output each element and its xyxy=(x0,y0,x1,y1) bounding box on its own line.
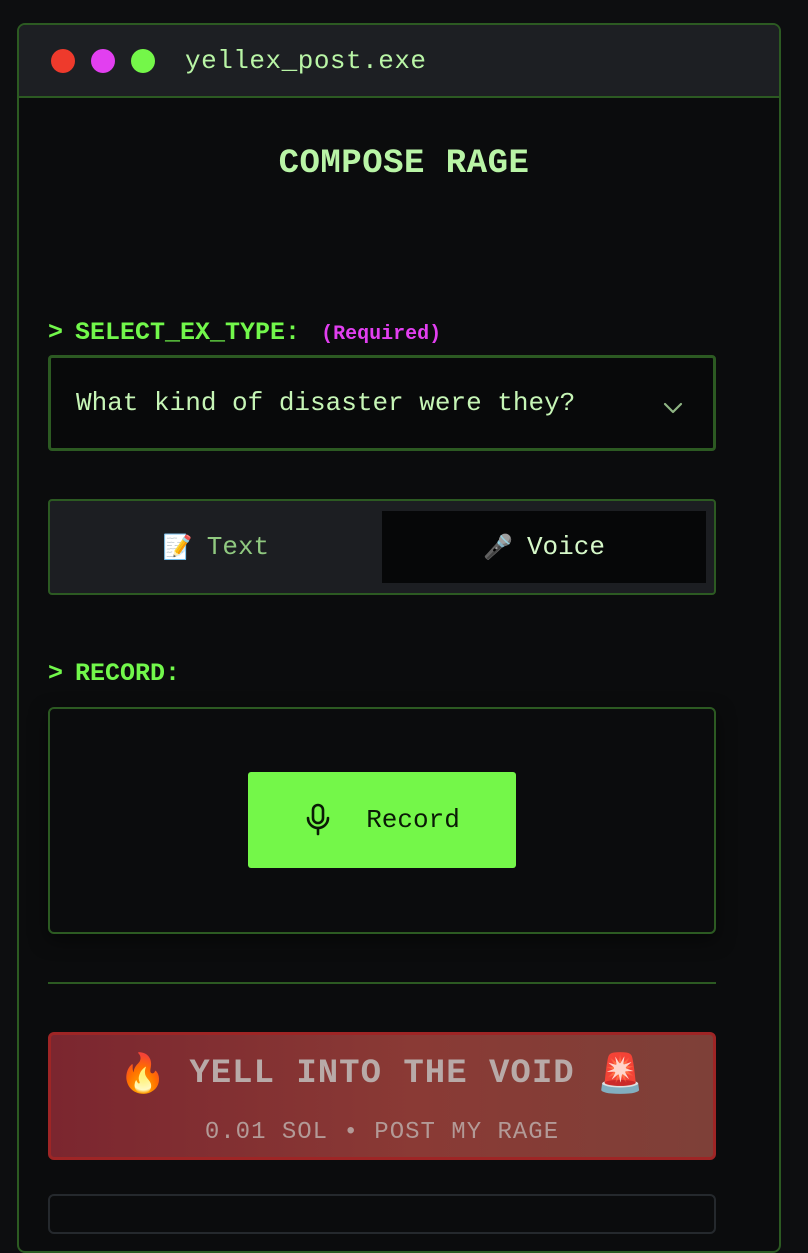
yell-button-main: 🔥 YELL INTO THE VOID 🚨 xyxy=(51,1051,713,1096)
siren-icon: 🚨 xyxy=(596,1051,645,1095)
record-panel: Record xyxy=(48,707,716,934)
chevron-down-icon xyxy=(663,392,683,422)
record-label-text: RECORD: xyxy=(75,659,181,688)
record-button-label: Record xyxy=(366,805,460,835)
memo-icon: 📝 xyxy=(162,533,193,561)
window-title: yellex_post.exe xyxy=(185,45,427,76)
prompt-symbol: > xyxy=(48,659,64,688)
ex-type-label-text: SELECT_EX_TYPE: xyxy=(75,318,301,347)
yell-button-label: YELL INTO THE VOID xyxy=(189,1054,575,1093)
yell-button-sublabel: 0.01 SOL • POST MY RAGE xyxy=(204,1119,560,1146)
section-divider xyxy=(48,982,716,984)
ex-type-select[interactable]: What kind of disaster were they? xyxy=(48,355,716,451)
next-panel-edge xyxy=(48,1194,716,1234)
tab-voice[interactable]: 🎤 Voice xyxy=(382,511,706,583)
fire-icon: 🔥 xyxy=(119,1051,168,1095)
input-mode-toggle: 📝 Text 🎤 Voice xyxy=(48,499,716,595)
ex-type-placeholder: What kind of disaster were they? xyxy=(76,388,576,418)
page-title: COMPOSE RAGE xyxy=(278,145,530,183)
prompt-symbol: > xyxy=(48,318,64,347)
maximize-dot[interactable] xyxy=(131,48,155,73)
tab-voice-label: Voice xyxy=(526,532,605,562)
microphone-emoji-icon: 🎤 xyxy=(483,533,513,561)
microphone-icon xyxy=(306,803,330,836)
close-dot[interactable] xyxy=(51,48,75,73)
tab-text[interactable]: 📝 Text xyxy=(58,511,374,583)
required-badge: (Required) xyxy=(321,323,442,346)
record-button[interactable]: Record xyxy=(248,772,516,868)
tab-text-label: Text xyxy=(206,532,270,562)
title-bar: yellex_post.exe xyxy=(19,25,779,98)
ex-type-label: > SELECT_EX_TYPE: (Required) xyxy=(48,318,441,347)
record-label: > RECORD: xyxy=(48,659,180,688)
minimize-dot[interactable] xyxy=(91,48,115,73)
yell-submit-button[interactable]: 🔥 YELL INTO THE VOID 🚨 0.01 SOL • POST M… xyxy=(48,1032,716,1160)
